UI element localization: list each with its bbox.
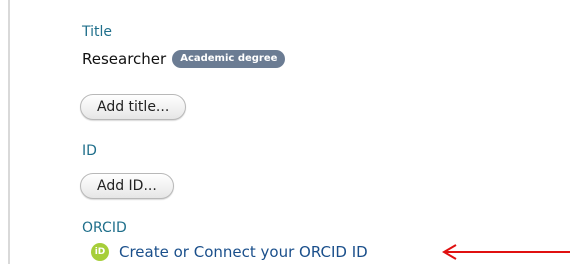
orcid-label: ORCID bbox=[82, 220, 127, 236]
red-arrow-annotation bbox=[442, 244, 570, 260]
orcid-connect-link[interactable]: Create or Connect your ORCID ID bbox=[119, 243, 368, 261]
orcid-connect-row: iD Create or Connect your ORCID ID bbox=[91, 243, 368, 261]
left-border-rule bbox=[8, 0, 10, 264]
title-value-row: Researcher Academic degree bbox=[82, 50, 286, 68]
title-label: Title bbox=[82, 24, 113, 40]
orcid-icon: iD bbox=[91, 243, 109, 261]
add-id-button[interactable]: Add ID... bbox=[80, 173, 174, 199]
add-title-button[interactable]: Add title... bbox=[80, 94, 187, 120]
title-value: Researcher bbox=[82, 50, 167, 68]
academic-degree-badge: Academic degree bbox=[172, 50, 286, 68]
id-label: ID bbox=[82, 143, 97, 159]
